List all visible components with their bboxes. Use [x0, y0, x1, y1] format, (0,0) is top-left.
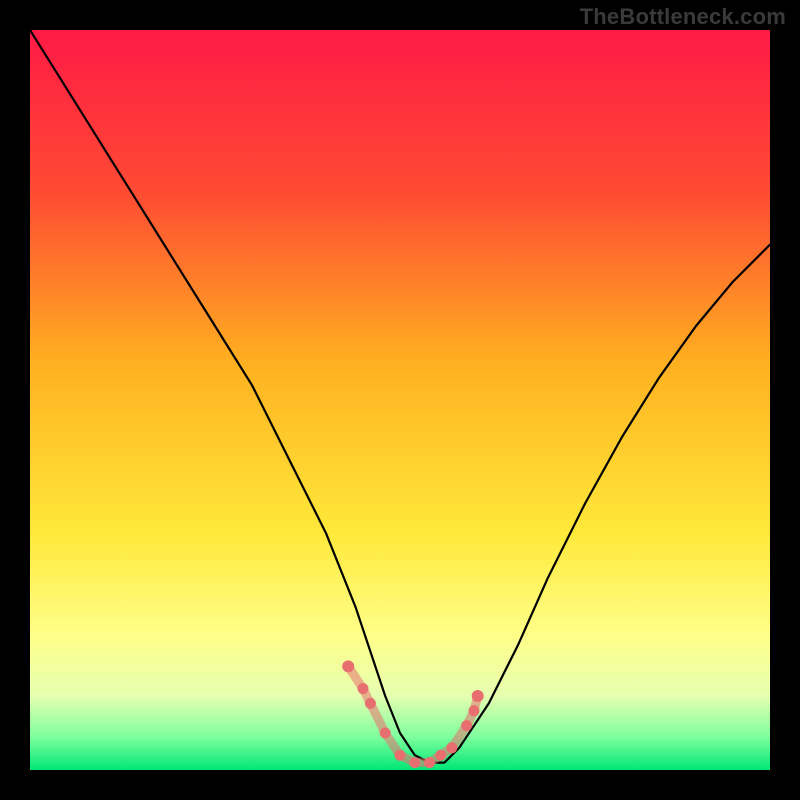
marker-dot [469, 705, 480, 716]
marker-dot [472, 690, 484, 702]
gradient-rect [30, 30, 770, 770]
marker-dot [446, 742, 457, 753]
marker-dot [395, 750, 406, 761]
chart-frame: TheBottleneck.com [0, 0, 800, 800]
marker-dot [342, 660, 354, 672]
marker-dot [435, 750, 446, 761]
marker-dot [424, 757, 435, 768]
watermark-text: TheBottleneck.com [580, 4, 786, 30]
bottleneck-chart [30, 30, 770, 770]
marker-dot [380, 728, 391, 739]
marker-dot [365, 698, 376, 709]
marker-dot [358, 683, 369, 694]
marker-dot [461, 720, 472, 731]
plot-area [30, 30, 770, 770]
marker-dot [409, 757, 420, 768]
